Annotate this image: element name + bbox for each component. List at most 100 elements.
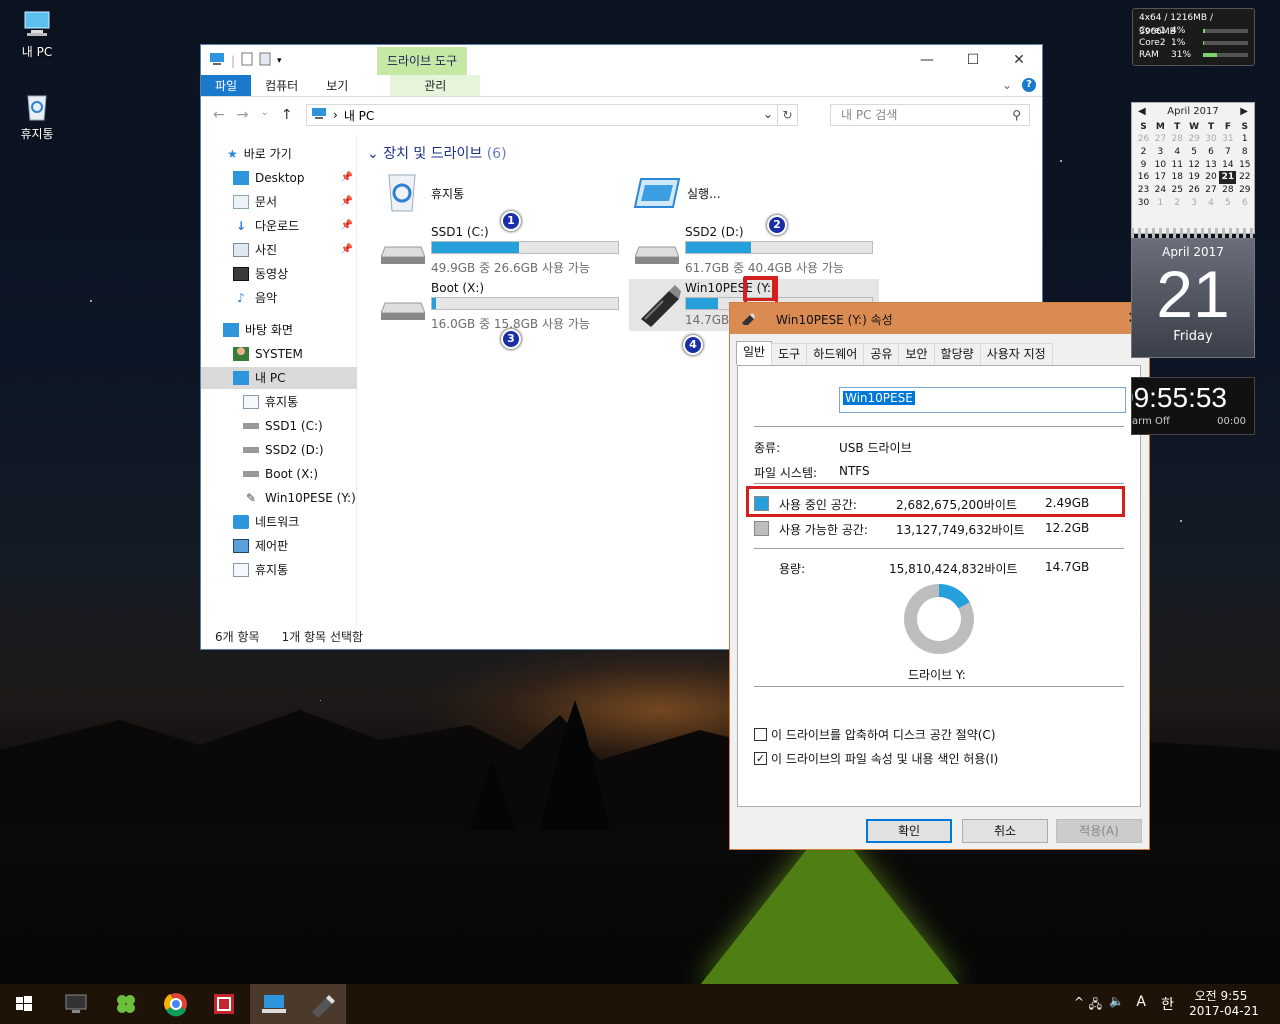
tab-manage[interactable]: 관리	[390, 75, 481, 96]
close-button[interactable]: ✕	[996, 45, 1042, 75]
calendar-day[interactable]: 18	[1169, 171, 1186, 184]
taskbar-time[interactable]: 오전 9:55	[1186, 987, 1256, 1004]
properties-icon[interactable]	[241, 52, 253, 69]
search-input[interactable]: 내 PC 검색 ⚲	[830, 104, 1030, 126]
new-folder-icon[interactable]	[259, 52, 271, 69]
calendar-day[interactable]: 29	[1236, 184, 1253, 197]
taskbar-app-explorer[interactable]	[250, 984, 298, 1024]
nav-quick-access[interactable]: ★ 바로 가기	[201, 143, 357, 165]
calendar-day[interactable]: 22	[1236, 171, 1253, 184]
tile-drive-d[interactable]: SSD2 (D:) 61.7GB 중 40.4GB 사용 가능	[633, 223, 883, 275]
tab-view[interactable]: 보기	[312, 75, 362, 96]
calendar-day[interactable]: 31	[1219, 133, 1236, 146]
tab-tools[interactable]: 도구	[771, 343, 808, 365]
nav-sub-ssd1[interactable]: SSD1 (C:)	[201, 415, 357, 437]
nav-sub-boot[interactable]: Boot (X:)	[201, 463, 357, 485]
group-header[interactable]: ⌄ 장치 및 드라이브 (6)	[367, 143, 507, 163]
address-bar[interactable]: › 내 PC ⌄ ↻	[306, 104, 798, 126]
calendar-day[interactable]: 27	[1152, 133, 1169, 146]
nav-sub-recycle-bin[interactable]: 휴지통	[201, 391, 357, 413]
calendar-day[interactable]: 24	[1152, 184, 1169, 197]
calendar-day[interactable]: 26	[1186, 184, 1203, 197]
nav-item-videos[interactable]: 동영상	[201, 263, 357, 285]
calendar-day[interactable]: 25	[1169, 184, 1186, 197]
tile-drive-c[interactable]: SSD1 (C:) 49.9GB 중 26.6GB 사용 가능	[379, 223, 629, 275]
calendar-day[interactable]: 15	[1236, 158, 1253, 171]
taskbar-app-monitor[interactable]	[52, 984, 100, 1024]
network-icon[interactable]: 🖧	[1089, 995, 1102, 1016]
taskbar-date[interactable]: 2017-04-21	[1184, 1004, 1264, 1018]
calendar-day[interactable]: 16	[1135, 171, 1152, 184]
calendar-day[interactable]: 2	[1169, 196, 1186, 209]
calendar-day[interactable]: 6	[1203, 146, 1220, 159]
nav-desktop[interactable]: 바탕 화면	[201, 319, 357, 341]
ime-indicator[interactable]: 한	[1161, 994, 1174, 1014]
calendar-day[interactable]: 12	[1186, 158, 1203, 171]
tab-file[interactable]: 파일	[201, 75, 252, 96]
compress-checkbox[interactable]: 이 드라이브를 압축하여 디스크 공간 절약(C)	[754, 726, 996, 743]
tab-hardware[interactable]: 하드웨어	[806, 343, 865, 365]
tab-sharing[interactable]: 공유	[863, 343, 900, 365]
tab-customize[interactable]: 사용자 지정	[979, 343, 1053, 365]
tile-recycle-bin[interactable]: 휴지통	[381, 171, 621, 217]
up-arrow-icon[interactable]: ↑	[281, 107, 293, 123]
address-dropdown-icon[interactable]: ⌄	[763, 107, 773, 121]
calendar-day[interactable]: 4	[1203, 196, 1220, 209]
calendar-day[interactable]: 13	[1203, 158, 1220, 171]
calendar-day[interactable]: 2	[1135, 146, 1152, 159]
clock-alarm[interactable]: arm Off	[1132, 416, 1170, 427]
expand-ribbon-icon[interactable]: ⌄	[1002, 78, 1012, 92]
nav-control-panel[interactable]: 제어판	[201, 535, 357, 557]
drive-name-input[interactable]: Win10PESE	[839, 387, 1126, 413]
taskbar-app-properties[interactable]	[298, 984, 346, 1024]
nav-this-pc[interactable]: 내 PC	[201, 367, 357, 389]
volume-icon[interactable]: 🔈	[1109, 994, 1124, 1008]
calendar-day[interactable]: 28	[1219, 184, 1236, 197]
taskbar-app-chrome[interactable]	[152, 984, 200, 1024]
nav-recycle-bin[interactable]: 휴지통	[201, 559, 357, 581]
calendar-day[interactable]: 17	[1152, 171, 1169, 184]
nav-sub-ssd2[interactable]: SSD2 (D:)	[201, 439, 357, 461]
calendar-day[interactable]: 11	[1169, 158, 1186, 171]
language-a-icon[interactable]: A	[1136, 994, 1146, 1010]
tile-drive-x[interactable]: Boot (X:) 16.0GB 중 15.8GB 사용 가능	[379, 279, 629, 331]
nav-item-music[interactable]: ♪ 음악	[201, 287, 357, 309]
minimize-button[interactable]: —	[904, 45, 950, 75]
tile-run[interactable]: 실행...	[631, 171, 871, 217]
calendar-day[interactable]: 30	[1135, 196, 1152, 209]
chevron-down-icon[interactable]: ▾	[277, 56, 282, 66]
ok-button[interactable]: 확인	[866, 819, 952, 843]
back-arrow-icon[interactable]: ←	[213, 107, 225, 123]
calendar-day[interactable]: 8	[1236, 146, 1253, 159]
calendar-day[interactable]: 28	[1169, 133, 1186, 146]
calendar-day[interactable]: 1	[1152, 196, 1169, 209]
calendar-day[interactable]: 3	[1152, 146, 1169, 159]
calendar-day[interactable]: 4	[1169, 146, 1186, 159]
calendar-day[interactable]: 14	[1219, 158, 1236, 171]
recent-locations-icon[interactable]: ⌄	[260, 107, 268, 123]
help-icon[interactable]: ?	[1022, 78, 1036, 92]
breadcrumb[interactable]: 내 PC	[344, 107, 374, 124]
desktop-icon-this-pc[interactable]: 내 PC	[2, 8, 72, 60]
start-button[interactable]	[0, 984, 48, 1024]
cancel-button[interactable]: 취소	[962, 819, 1048, 843]
calendar-day[interactable]: 1	[1236, 133, 1253, 146]
maximize-button[interactable]: ☐	[950, 45, 996, 75]
nav-network[interactable]: 네트워크	[201, 511, 357, 533]
nav-item-documents[interactable]: 문서 📌	[201, 191, 357, 213]
tab-security[interactable]: 보안	[898, 343, 935, 365]
nav-sub-win10pese[interactable]: ✎ Win10PESE (Y:)	[201, 487, 357, 509]
calendar-day[interactable]: 3	[1186, 196, 1203, 209]
calendar-day[interactable]: 26	[1135, 133, 1152, 146]
calendar-day[interactable]: 7	[1219, 146, 1236, 159]
calendar-day[interactable]: 10	[1152, 158, 1169, 171]
index-checkbox[interactable]: ✓ 이 드라이브의 파일 속성 및 내용 색인 허용(I)	[754, 750, 998, 767]
prev-month-icon[interactable]: ◀	[1138, 103, 1146, 121]
tab-quota[interactable]: 할당량	[933, 343, 981, 365]
calendar-day[interactable]: 30	[1203, 133, 1220, 146]
apply-button[interactable]: 적용(A)	[1056, 819, 1142, 843]
taskbar-app-clover[interactable]	[102, 984, 150, 1024]
tab-general[interactable]: 일반	[736, 341, 773, 365]
calendar-day[interactable]: 5	[1219, 196, 1236, 209]
calendar-day[interactable]: 20	[1203, 171, 1220, 184]
